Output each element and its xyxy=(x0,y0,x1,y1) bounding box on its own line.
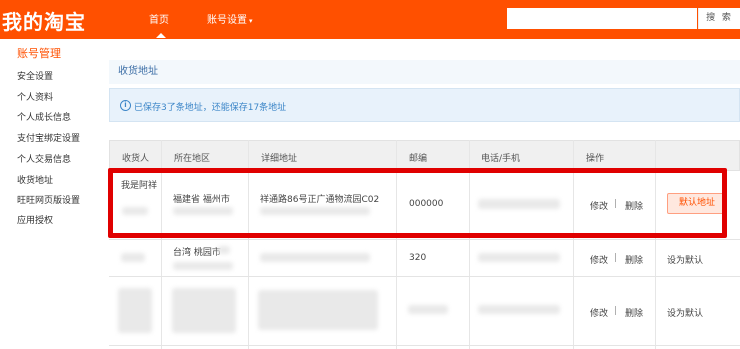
nav-home[interactable]: 首页 xyxy=(149,11,169,26)
info-banner: i 已保存3了条地址，还能保存17条地址 xyxy=(109,88,740,122)
set-default-link[interactable]: 设为默认 xyxy=(667,306,703,319)
blurred-zipcode xyxy=(408,305,448,314)
blurred-phone xyxy=(478,305,560,314)
search-input[interactable] xyxy=(507,8,697,29)
header-region: 所在地区 xyxy=(174,154,211,164)
info-text: 已保存3了条地址，还能保存17条地址 xyxy=(134,103,287,113)
table-header: 收货人 所在地区 详细地址 邮编 电话/手机 操作 xyxy=(109,140,740,171)
blurred-phone xyxy=(478,253,560,262)
delete-link[interactable]: 删除 xyxy=(625,253,643,266)
set-default-link[interactable]: 设为默认 xyxy=(667,253,703,266)
header-actions: 操作 xyxy=(586,154,605,164)
sidebar-title: 账号管理 xyxy=(17,47,61,60)
top-bar: 我的淘宝 首页 账号设置 ▾ 搜 索 xyxy=(0,0,740,39)
header-recipient: 收货人 xyxy=(122,154,150,164)
search-button[interactable]: 搜 索 xyxy=(698,8,740,29)
sidebar-item-trade-info[interactable]: 个人交易信息 xyxy=(17,152,71,165)
blurred-detail xyxy=(260,253,370,262)
sidebar-item-app-auth[interactable]: 应用授权 xyxy=(17,213,53,226)
sidebar-item-security[interactable]: 安全设置 xyxy=(17,69,53,82)
blurred-recipient xyxy=(118,288,152,333)
row-divider xyxy=(109,276,740,277)
sidebar-item-address[interactable]: 收货地址 xyxy=(17,173,53,186)
nav-account-label: 账号设置 xyxy=(207,15,247,26)
page-title: 收货地址 xyxy=(109,60,740,84)
header-phone: 电话/手机 xyxy=(481,154,521,164)
region-text: 台湾 桃园市 xyxy=(173,248,221,258)
sidebar-item-profile[interactable]: 个人资料 xyxy=(17,90,53,103)
row-divider xyxy=(109,345,740,346)
sidebar-item-wangwang[interactable]: 旺旺网页版设置 xyxy=(17,193,80,206)
delete-link[interactable]: 删除 xyxy=(625,306,643,319)
nav-active-caret-icon xyxy=(156,33,166,38)
blurred-recipient xyxy=(121,253,145,262)
info-icon: i xyxy=(120,100,131,111)
blurred-region xyxy=(172,288,236,333)
edit-link[interactable]: 修改 xyxy=(590,253,608,266)
brand-logo[interactable]: 我的淘宝 xyxy=(2,6,86,35)
header-detail: 详细地址 xyxy=(261,154,298,164)
header-zipcode: 邮编 xyxy=(409,154,428,164)
chevron-down-icon: ▾ xyxy=(249,17,253,25)
blurred-text xyxy=(218,246,230,254)
zipcode-text: 320 xyxy=(409,253,427,263)
sidebar-item-growth[interactable]: 个人成长信息 xyxy=(17,110,71,123)
nav-account-settings[interactable]: 账号设置 ▾ xyxy=(207,11,253,26)
blurred-detail xyxy=(258,290,378,330)
sidebar-item-alipay[interactable]: 支付宝绑定设置 xyxy=(17,131,80,144)
action-separator: | xyxy=(614,306,618,316)
highlight-box xyxy=(108,168,727,238)
edit-link[interactable]: 修改 xyxy=(590,306,608,319)
blurred-text xyxy=(173,262,233,270)
row-divider xyxy=(109,239,740,240)
action-separator: | xyxy=(614,253,618,263)
